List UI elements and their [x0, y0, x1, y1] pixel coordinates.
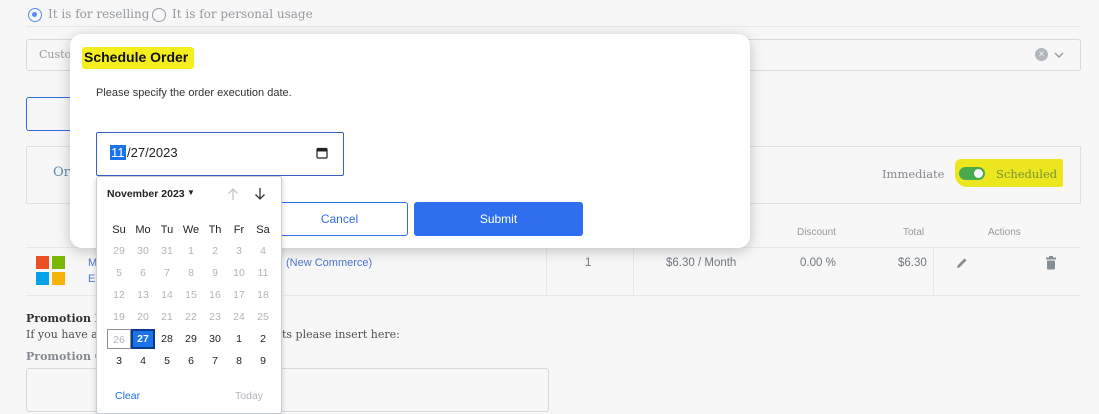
- calendar-day[interactable]: 26: [107, 329, 131, 349]
- calendar-day[interactable]: 16: [203, 285, 227, 305]
- month-year-label[interactable]: November 2023: [107, 188, 185, 200]
- calendar-day[interactable]: 5: [107, 263, 131, 283]
- weekday-header: Fr: [233, 224, 245, 236]
- calendar-day[interactable]: 5: [155, 351, 179, 371]
- weekday-header: Su: [112, 224, 126, 236]
- calendar-day[interactable]: 7: [155, 263, 179, 283]
- calendar-day[interactable]: 25: [251, 307, 275, 327]
- calendar-day[interactable]: 8: [179, 263, 203, 283]
- calendar-day[interactable]: 30: [131, 241, 155, 261]
- calendar-day[interactable]: 29: [107, 241, 131, 261]
- date-picker-popup: November 2023 ▼ Su Mo Tu We Th Fr Sa 29 30 31 1 2 3 4…: [96, 176, 282, 414]
- execution-date-input[interactable]: 11 /27/2023: [96, 132, 344, 176]
- calendar-day[interactable]: 12: [107, 285, 131, 305]
- calendar-day[interactable]: 1: [227, 329, 251, 349]
- dialog-description: Please specify the order execution date.: [96, 87, 292, 99]
- calendar-day[interactable]: 30: [203, 329, 227, 349]
- clear-link[interactable]: Clear: [115, 390, 140, 402]
- calendar-day[interactable]: 27: [131, 329, 155, 349]
- date-rest-segment[interactable]: /27/2023: [127, 145, 178, 160]
- today-link[interactable]: Today: [235, 390, 263, 402]
- submit-button[interactable]: Submit: [414, 202, 583, 236]
- dialog-title: Schedule Order: [84, 49, 189, 65]
- calendar-day[interactable]: 19: [107, 307, 131, 327]
- calendar-day[interactable]: 6: [131, 263, 155, 283]
- calendar-day[interactable]: 24: [227, 307, 251, 327]
- month-dropdown-icon[interactable]: ▼: [187, 188, 195, 197]
- date-month-segment[interactable]: 11: [110, 145, 126, 160]
- arrow-up-icon[interactable]: [227, 187, 239, 201]
- calendar-day[interactable]: 6: [179, 351, 203, 371]
- calendar-day[interactable]: 9: [251, 351, 275, 371]
- calendar-grid: Su Mo Tu We Th Fr Sa 29 30 31 1 2 3 4 5 6 7 8 9 10 11 12 13 14 1…: [107, 221, 275, 371]
- calendar-day[interactable]: 3: [227, 241, 251, 261]
- calendar-day[interactable]: 1: [179, 241, 203, 261]
- calendar-day[interactable]: 31: [155, 241, 179, 261]
- calendar-day[interactable]: 2: [203, 241, 227, 261]
- calendar-day[interactable]: 3: [107, 351, 131, 371]
- calendar-day[interactable]: 14: [155, 285, 179, 305]
- calendar-day[interactable]: 20: [131, 307, 155, 327]
- calendar-day[interactable]: 28: [155, 329, 179, 349]
- calendar-day[interactable]: 7: [203, 351, 227, 371]
- weekday-header: We: [182, 224, 200, 236]
- calendar-day[interactable]: 15: [179, 285, 203, 305]
- cancel-button[interactable]: Cancel: [271, 202, 408, 236]
- weekday-header: Th: [208, 224, 222, 236]
- calendar-day[interactable]: 29: [179, 329, 203, 349]
- calendar-day[interactable]: 22: [179, 307, 203, 327]
- weekday-header: Tu: [160, 224, 174, 236]
- arrow-down-icon[interactable]: [254, 187, 266, 201]
- calendar-day[interactable]: 4: [131, 351, 155, 371]
- calendar-day[interactable]: 13: [131, 285, 155, 305]
- calendar-day[interactable]: 21: [155, 307, 179, 327]
- calendar-day[interactable]: 18: [251, 285, 275, 305]
- calendar-day[interactable]: 4: [251, 241, 275, 261]
- weekday-header: Mo: [135, 224, 151, 236]
- calendar-day[interactable]: 8: [227, 351, 251, 371]
- calendar-day[interactable]: 17: [227, 285, 251, 305]
- calendar-day[interactable]: 2: [251, 329, 275, 349]
- calendar-icon[interactable]: [316, 147, 328, 159]
- calendar-day[interactable]: 11: [251, 263, 275, 283]
- weekday-header: Sa: [256, 224, 270, 236]
- calendar-day[interactable]: 23: [203, 307, 227, 327]
- calendar-day[interactable]: 10: [227, 263, 251, 283]
- calendar-day[interactable]: 9: [203, 263, 227, 283]
